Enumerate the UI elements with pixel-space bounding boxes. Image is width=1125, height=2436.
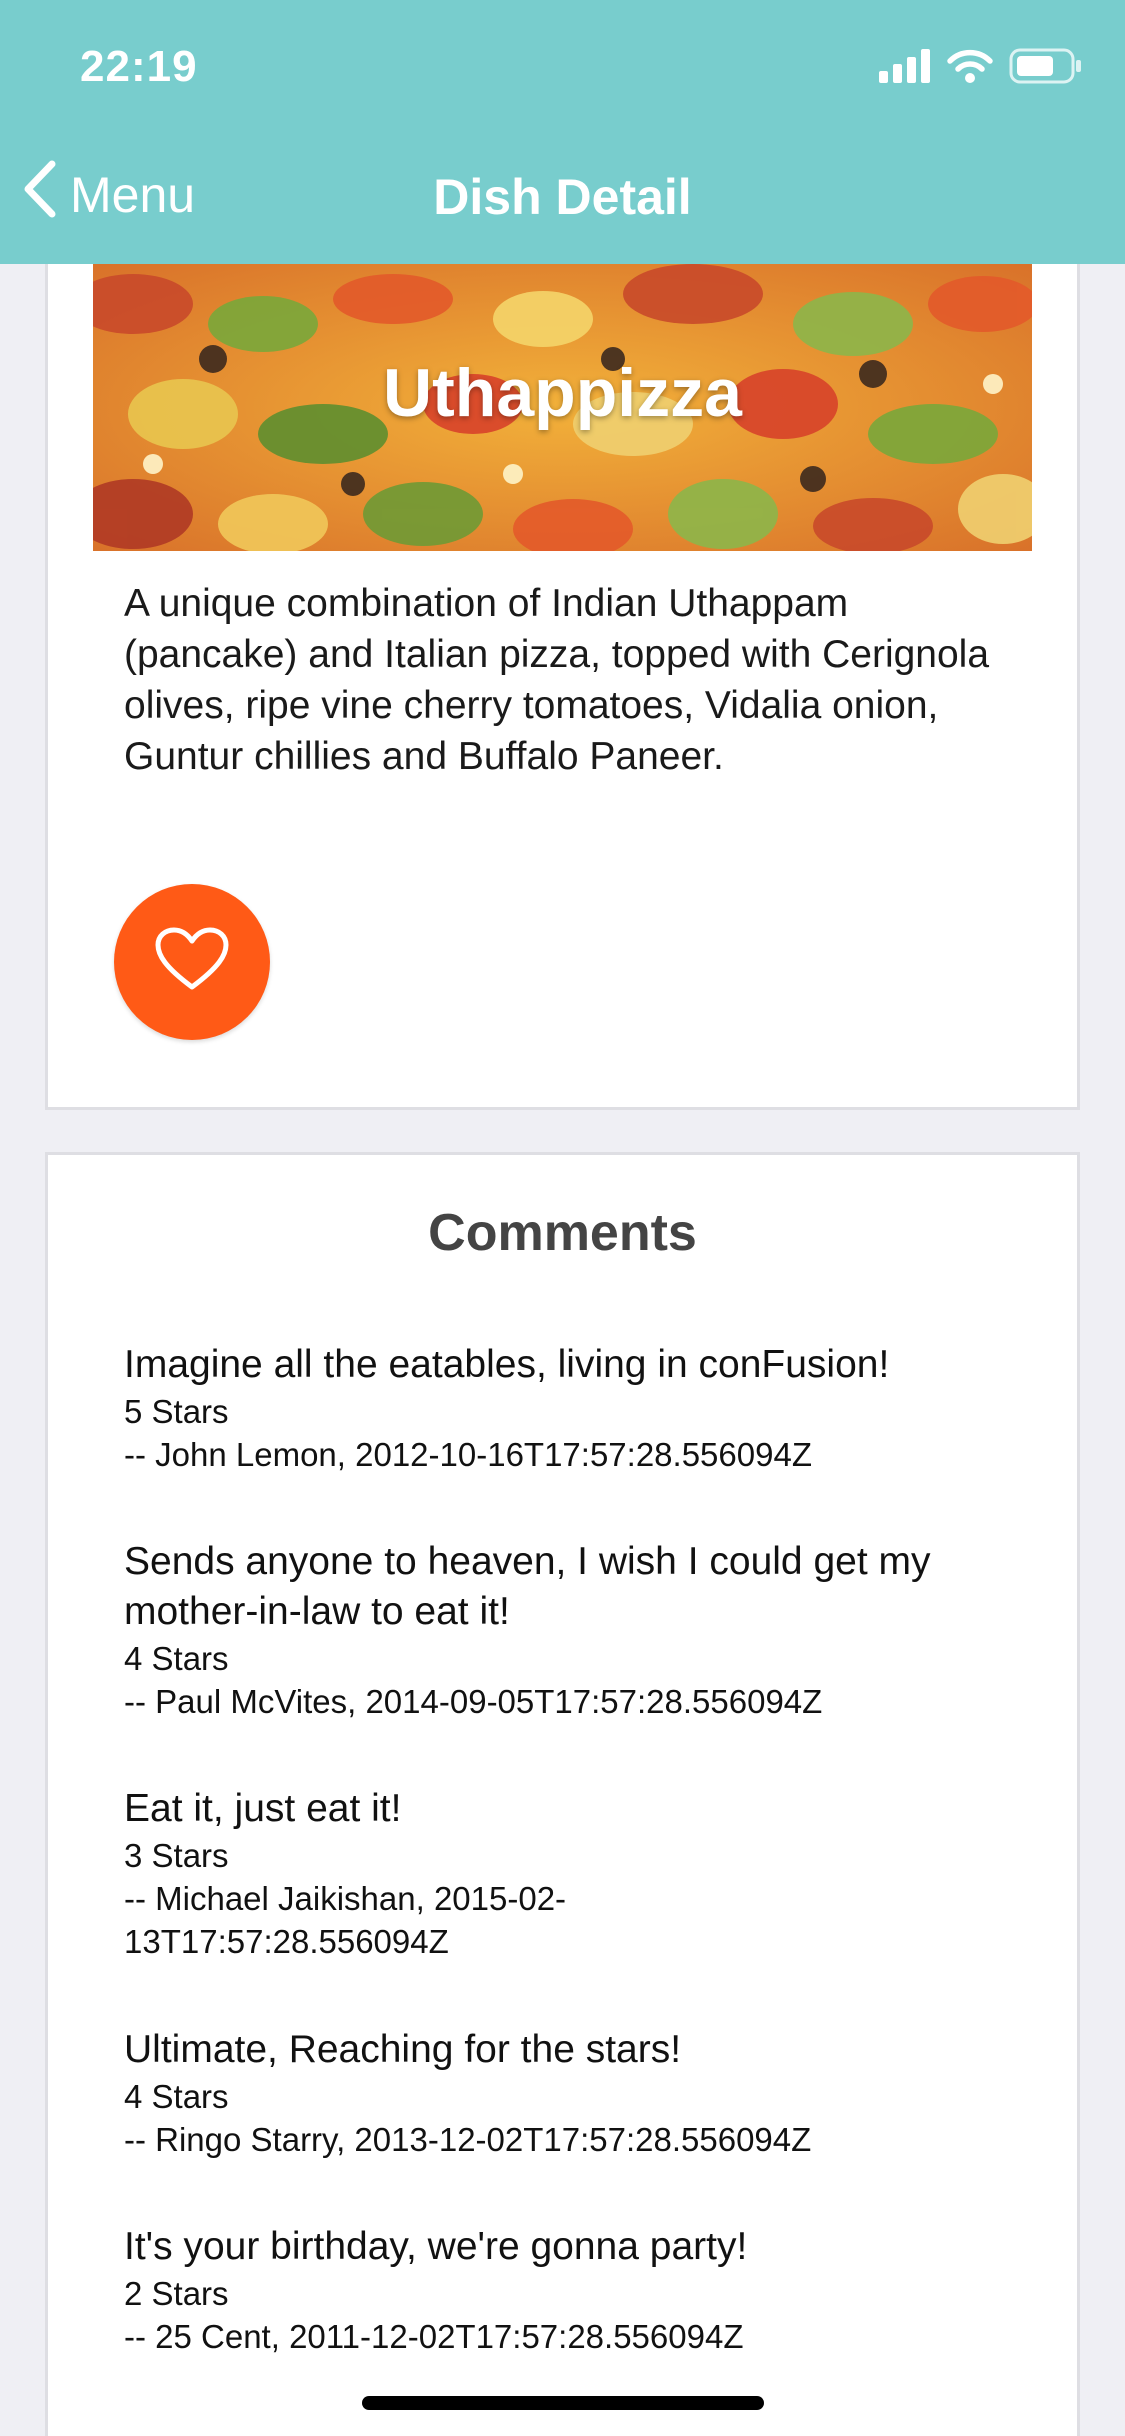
comment-item: Eat it, just eat it! 3 Stars -- Michael … <box>124 1784 1004 1963</box>
comment-item: Ultimate, Reaching for the stars! 4 Star… <box>124 2025 1004 2161</box>
comment-author: -- 25 Cent, 2011-12-02T17:57:28.556094Z <box>124 2318 744 2355</box>
dish-description: A unique combination of Indian Uthappam … <box>124 582 990 778</box>
comment-text: Eat it, just eat it! <box>124 1787 402 1830</box>
favorite-button[interactable] <box>114 884 270 1040</box>
comment-text: Ultimate, Reaching for the stars! <box>124 2028 682 2071</box>
comment-text: Sends anyone to heaven, I wish I could g… <box>124 1540 931 1633</box>
dish-detail-screen: 22:19 Menu Dish Detail Uthappizza A uniq… <box>0 0 1125 2436</box>
page-title: Dish Detail <box>433 169 692 225</box>
comment-text: Imagine all the eatables, living in conF… <box>124 1343 890 1386</box>
comment-item: Sends anyone to heaven, I wish I could g… <box>124 1537 1004 1723</box>
status-icons <box>879 48 1083 89</box>
status-time: 22:19 <box>80 42 198 91</box>
comment-author: -- John Lemon, 2012-10-16T17:57:28.55609… <box>124 1436 812 1473</box>
comment-rating: 4 Stars <box>124 1640 229 1677</box>
signal-icon <box>879 49 931 88</box>
comment-rating: 3 Stars <box>124 1837 229 1874</box>
comment-text: It's your birthday, we're gonna party! <box>124 2225 748 2268</box>
comment-rating: 5 Stars <box>124 1393 229 1430</box>
home-indicator <box>362 2396 764 2410</box>
comment-author: -- Michael Jaikishan, 2015-02-13T17:57:2… <box>124 1880 567 1960</box>
comment-item: Imagine all the eatables, living in conF… <box>124 1340 1004 1476</box>
comment-rating: 4 Stars <box>124 2078 229 2115</box>
comment-author: -- Ringo Starry, 2013-12-02T17:57:28.556… <box>124 2121 812 2158</box>
header-bar: 22:19 Menu Dish Detail <box>0 0 1125 264</box>
wifi-icon <box>947 49 993 88</box>
comments-title: Comments <box>428 1204 697 1262</box>
battery-icon <box>1009 48 1083 89</box>
heart-outline-icon <box>155 927 229 998</box>
dish-name: Uthappizza <box>383 355 742 431</box>
comment-item: It's your birthday, we're gonna party! 2… <box>124 2222 1004 2358</box>
comment-rating: 2 Stars <box>124 2275 229 2312</box>
dish-image: Uthappizza <box>93 264 1032 551</box>
comment-author: -- Paul McVites, 2014-09-05T17:57:28.556… <box>124 1683 823 1720</box>
